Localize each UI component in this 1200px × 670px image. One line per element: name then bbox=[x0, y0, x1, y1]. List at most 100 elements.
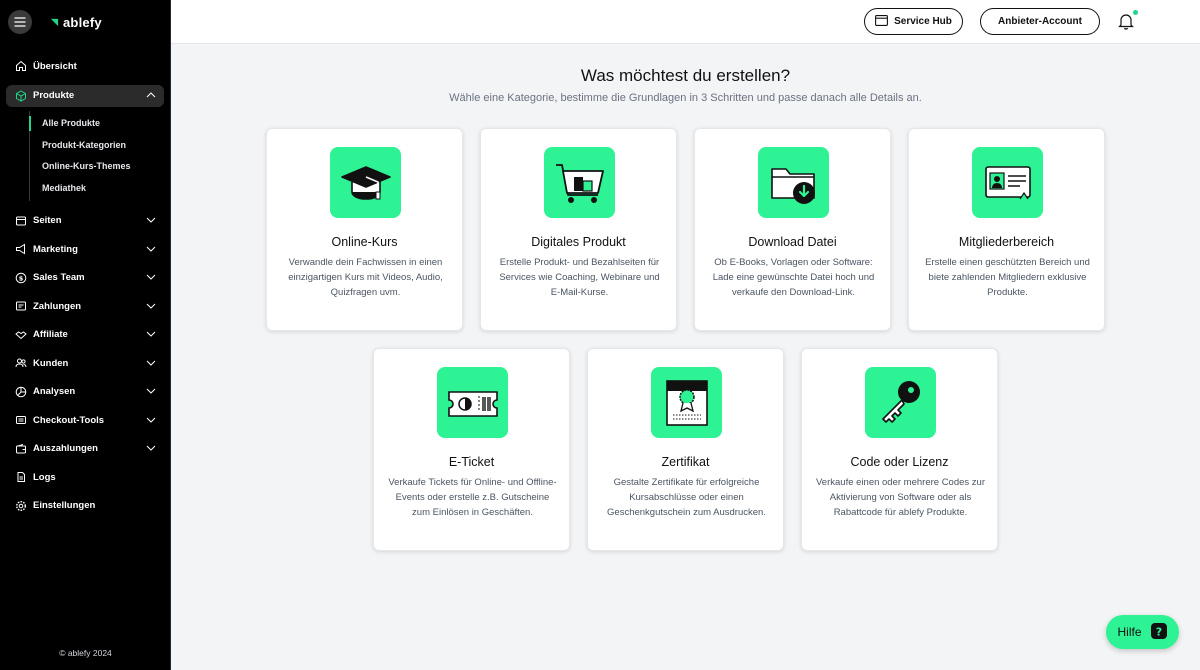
sidebar-item-label: Sales Team bbox=[33, 272, 85, 284]
chevron-down-icon bbox=[146, 244, 156, 255]
ablefy-logo-icon bbox=[50, 18, 59, 26]
sidebar-item-label: Analysen bbox=[33, 386, 76, 398]
help-label: Hilfe bbox=[1117, 625, 1142, 639]
sidebar: ablefy Übersicht Produkte Alle Produkte … bbox=[0, 0, 171, 670]
chart-pie-icon bbox=[15, 386, 27, 398]
card-code-oder-lizenz[interactable]: Code oder Lizenz Verkaufe einen oder meh… bbox=[801, 348, 998, 551]
service-hub-label: Service Hub bbox=[894, 16, 952, 27]
sidebar-item-label: Marketing bbox=[33, 243, 78, 255]
sidebar-item-label: Produkte bbox=[33, 90, 75, 101]
sidebar-item-sales-team[interactable]: $ Sales Team bbox=[0, 264, 170, 293]
shopping-cart-icon bbox=[544, 147, 615, 218]
card-title: Download Datei bbox=[748, 235, 837, 249]
chevron-down-icon bbox=[146, 329, 156, 340]
sidebar-item-label: Übersicht bbox=[33, 60, 77, 72]
receipt-icon bbox=[15, 300, 27, 312]
card-description: Verwandle dein Fachwissen in einen einzi… bbox=[288, 257, 443, 298]
help-chat-icon: ? bbox=[1150, 622, 1168, 643]
handshake-icon bbox=[15, 329, 27, 341]
topbar: Service Hub Anbieter-Account bbox=[171, 0, 1200, 44]
chevron-down-icon bbox=[146, 443, 156, 454]
sidebar-item-checkout-tools[interactable]: Checkout-Tools bbox=[0, 406, 170, 435]
sidebar-item-seiten[interactable]: Seiten bbox=[0, 207, 170, 236]
logo-text: ablefy bbox=[63, 14, 102, 30]
main-content: Was möchtest du erstellen? Wähle eine Ka… bbox=[171, 44, 1200, 670]
chevron-down-icon bbox=[146, 358, 156, 369]
card-title: Digitales Produkt bbox=[531, 235, 626, 249]
member-card-icon bbox=[972, 147, 1043, 218]
sidebar-item-label: Zahlungen bbox=[33, 300, 82, 312]
svg-text:?: ? bbox=[1155, 625, 1161, 638]
account-button[interactable]: Anbieter-Account bbox=[980, 8, 1100, 35]
wallet-icon bbox=[15, 443, 27, 455]
page-subtitle: Wähle eine Kategorie, bestimme die Grund… bbox=[449, 92, 922, 104]
sidebar-item-label: Seiten bbox=[33, 215, 62, 227]
chevron-up-icon bbox=[146, 90, 156, 101]
account-label: Anbieter-Account bbox=[998, 16, 1082, 27]
card-digitales-produkt[interactable]: Digitales Produkt Erstelle Produkt- und … bbox=[480, 128, 677, 331]
sidebar-item-zahlungen[interactable]: Zahlungen bbox=[0, 292, 170, 321]
sidebar-header: ablefy bbox=[0, 0, 170, 44]
page-title: Was möchtest du erstellen? bbox=[580, 66, 791, 85]
chevron-down-icon bbox=[146, 272, 156, 283]
cart-tool-icon bbox=[15, 414, 27, 426]
logo[interactable]: ablefy bbox=[50, 15, 102, 30]
card-title: E-Ticket bbox=[448, 455, 495, 469]
card-description: Erstelle Produkt- und Bezahlseiten für S… bbox=[499, 257, 660, 298]
sidebar-item-marketing[interactable]: Marketing bbox=[0, 235, 170, 264]
service-hub-button[interactable]: Service Hub bbox=[864, 8, 963, 35]
chevron-down-icon bbox=[146, 215, 156, 226]
sidebar-item-label: Auszahlungen bbox=[33, 443, 98, 455]
sidebar-item-label: Einstellungen bbox=[33, 500, 96, 512]
help-button[interactable]: Hilfe ? bbox=[1106, 615, 1179, 649]
chevron-down-icon bbox=[146, 386, 156, 397]
sidebar-item-einstellungen[interactable]: Einstellungen bbox=[0, 492, 170, 521]
key-icon bbox=[865, 367, 936, 438]
copyright: © ablefy 2024 bbox=[59, 648, 112, 658]
card-description: Verkaufe einen oder mehrere Codes zur Ak… bbox=[816, 477, 985, 518]
svg-text:$: $ bbox=[19, 274, 24, 282]
sidebar-item-label: Checkout-Tools bbox=[33, 414, 105, 426]
sidebar-subitem-online-kurs-themes[interactable]: Online-Kurs-Themes bbox=[30, 156, 170, 178]
sidebar-item-uebersicht[interactable]: Übersicht bbox=[0, 52, 170, 81]
sidebar-item-label: Affiliate bbox=[33, 329, 68, 341]
sidebar-item-affiliate[interactable]: Affiliate bbox=[0, 321, 170, 350]
menu-icon[interactable] bbox=[8, 10, 32, 34]
sidebar-item-kunden[interactable]: Kunden bbox=[0, 349, 170, 378]
ticket-icon bbox=[437, 367, 508, 438]
produkte-submenu: Alle Produkte Produkt-Kategorien Online-… bbox=[29, 110, 170, 201]
users-icon bbox=[15, 357, 27, 369]
sidebar-subitem-produkt-kategorien[interactable]: Produkt-Kategorien bbox=[30, 134, 170, 156]
card-mitgliederbereich[interactable]: Mitgliederbereich Erstelle einen geschüt… bbox=[908, 128, 1105, 331]
card-title: Code oder Lizenz bbox=[850, 455, 949, 469]
sidebar-item-auszahlungen[interactable]: Auszahlungen bbox=[0, 435, 170, 464]
sidebar-subitem-mediathek[interactable]: Mediathek bbox=[30, 177, 170, 199]
home-icon bbox=[15, 60, 27, 72]
sidebar-item-label: Kunden bbox=[33, 357, 69, 369]
dollar-icon: $ bbox=[15, 272, 27, 284]
card-zertifikat[interactable]: Zertifikat Gestalte Zertifikate für erfo… bbox=[587, 348, 784, 551]
card-description: Erstelle einen geschützten Bereich und b… bbox=[925, 257, 1090, 298]
chevron-down-icon bbox=[146, 301, 156, 312]
layout-icon bbox=[15, 215, 27, 227]
card-title: Zertifikat bbox=[661, 455, 710, 469]
chevron-down-icon bbox=[146, 415, 156, 426]
folder-download-icon bbox=[758, 147, 829, 218]
log-icon bbox=[15, 471, 27, 483]
card-download-datei[interactable]: Download Datei Ob E-Books, Vorlagen oder… bbox=[694, 128, 891, 331]
megaphone-icon bbox=[15, 243, 27, 255]
box-icon bbox=[15, 89, 27, 102]
sidebar-item-logs[interactable]: Logs bbox=[0, 463, 170, 492]
card-e-ticket[interactable]: E-Ticket Verkaufe Tickets für Online- un… bbox=[373, 348, 570, 551]
notification-dot bbox=[1133, 10, 1138, 15]
graduation-cap-icon bbox=[330, 147, 401, 218]
card-online-kurs[interactable]: Online-Kurs Verwandle dein Fachwissen in… bbox=[266, 128, 463, 331]
sidebar-nav: Übersicht Produkte Alle Produkte Produkt… bbox=[0, 52, 170, 520]
card-description: Ob E-Books, Vorlagen oder Software: Lade… bbox=[712, 257, 875, 298]
sidebar-item-produkte[interactable]: Produkte bbox=[6, 84, 164, 107]
gear-icon bbox=[15, 500, 27, 512]
sidebar-subitem-alle-produkte[interactable]: Alle Produkte bbox=[29, 113, 170, 135]
card-title: Mitgliederbereich bbox=[958, 235, 1055, 249]
card-description: Verkaufe Tickets für Online- und Offline… bbox=[388, 477, 557, 518]
sidebar-item-analysen[interactable]: Analysen bbox=[0, 378, 170, 407]
